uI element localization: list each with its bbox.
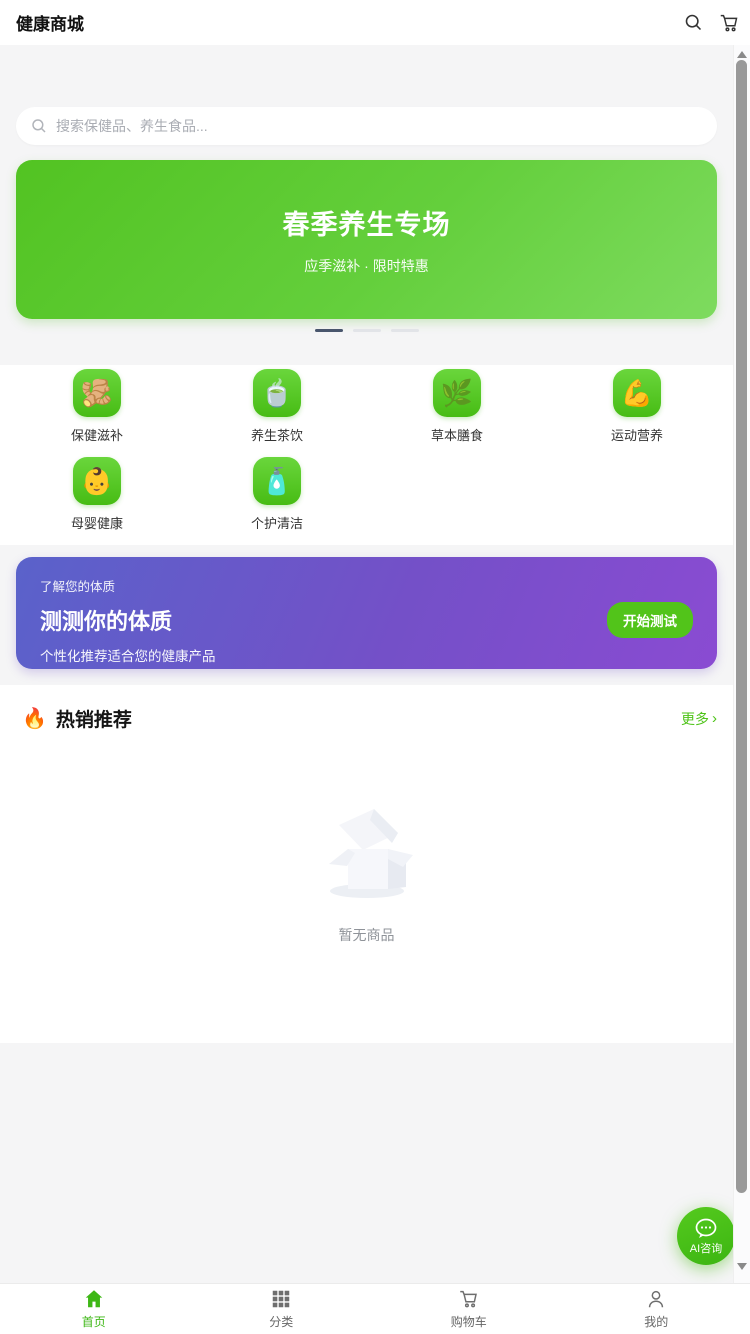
empty-box-illustration <box>312 803 422 903</box>
grid-icon <box>270 1288 292 1310</box>
tab-label: 购物车 <box>451 1313 487 1330</box>
carousel-dot[interactable] <box>391 329 419 332</box>
search-input-icon <box>30 117 48 135</box>
tab-label: 分类 <box>269 1313 293 1330</box>
scroll-up-arrow[interactable] <box>737 51 747 58</box>
hot-sale-title: 热销推荐 <box>56 705 132 732</box>
app-header: 健康商城 <box>0 0 750 45</box>
empty-state: 暂无商品 <box>0 803 733 945</box>
user-icon <box>645 1288 667 1310</box>
category-item-baojianzibu[interactable]: 🫚 保健滋补 <box>7 367 187 455</box>
category-item-caobenshanshi[interactable]: 🌿 草本膳食 <box>367 367 547 455</box>
tab-label: 我的 <box>644 1313 668 1330</box>
ai-fab-label: AI咨询 <box>690 1240 722 1256</box>
header-actions <box>682 0 740 45</box>
tea-icon: 🍵 <box>253 369 301 417</box>
tab-home[interactable]: 首页 <box>0 1284 188 1334</box>
tab-profile[interactable]: 我的 <box>563 1284 750 1334</box>
lotion-icon: 🧴 <box>253 457 301 505</box>
chevron-right-icon: › <box>712 710 717 727</box>
fire-icon: 🔥 <box>22 709 47 729</box>
quiz-banner[interactable]: 了解您的体质 测测你的体质 个性化推荐适合您的健康产品 开始测试 <box>16 557 717 669</box>
carousel-dot[interactable] <box>315 329 343 332</box>
page-title: 健康商城 <box>16 10 84 35</box>
home-icon <box>83 1288 105 1310</box>
tab-cart[interactable]: 购物车 <box>375 1284 563 1334</box>
vertical-scrollbar[interactable] <box>733 45 750 1283</box>
cart-icon[interactable] <box>718 12 740 34</box>
cart-icon <box>457 1288 480 1310</box>
ai-consult-button[interactable]: AI咨询 <box>677 1207 735 1265</box>
category-label: 运动营养 <box>611 425 663 444</box>
quiz-title: 测测你的体质 <box>40 604 693 636</box>
category-label: 养生茶饮 <box>251 425 303 444</box>
carousel-indicators <box>0 329 733 332</box>
herb-icon: 🌿 <box>433 369 481 417</box>
category-item-muyingjiankang[interactable]: 👶 母婴健康 <box>7 455 187 543</box>
category-label: 母婴健康 <box>71 513 123 532</box>
category-grid: 🫚 保健滋补 🍵 养生茶饮 🌿 草本膳食 💪 运动营养 👶 母婴健康 🧴 <box>0 365 733 545</box>
bottom-tabbar: 首页 分类 购物车 我的 <box>0 1283 750 1334</box>
category-item-yangshengchayin[interactable]: 🍵 养生茶饮 <box>187 367 367 455</box>
tab-categories[interactable]: 分类 <box>188 1284 376 1334</box>
quiz-eyebrow: 了解您的体质 <box>40 576 693 595</box>
more-label: 更多 <box>681 709 709 729</box>
category-label: 个护清洁 <box>251 513 303 532</box>
baby-icon: 👶 <box>73 457 121 505</box>
category-item-yundongyingyang[interactable]: 💪 运动营养 <box>547 367 727 455</box>
hero-banner[interactable]: 春季养生专场 应季滋补 · 限时特惠 <box>16 160 717 319</box>
hero-subtitle: 应季滋补 · 限时特惠 <box>304 256 428 276</box>
hot-sale-header: 🔥 热销推荐 更多 › <box>0 685 733 732</box>
quiz-subtitle: 个性化推荐适合您的健康产品 <box>40 645 693 665</box>
scrollbar-thumb[interactable] <box>736 60 747 1193</box>
muscle-icon: 💪 <box>613 369 661 417</box>
tab-label: 首页 <box>82 1313 106 1330</box>
scroll-down-arrow[interactable] <box>737 1263 747 1270</box>
search-icon[interactable] <box>682 12 704 34</box>
carousel-dot[interactable] <box>353 329 381 332</box>
hot-sale-section: 🔥 热销推荐 更多 › 暂无商品 <box>0 685 733 1043</box>
more-link[interactable]: 更多 › <box>681 709 717 729</box>
health-mall-page: 健康商城 春季养生专场 应季滋补 · 限时特惠 🫚 <box>0 0 750 1334</box>
search-bar[interactable] <box>16 107 717 145</box>
scroll-content: 春季养生专场 应季滋补 · 限时特惠 🫚 保健滋补 🍵 养生茶饮 🌿 草本膳食 … <box>0 45 750 1283</box>
category-label: 草本膳食 <box>431 425 483 444</box>
ginger-icon: 🫚 <box>73 369 121 417</box>
chat-bubble-icon <box>693 1217 719 1241</box>
category-item-gehuqingjie[interactable]: 🧴 个护清洁 <box>187 455 367 543</box>
search-input[interactable] <box>56 118 703 134</box>
start-test-button[interactable]: 开始测试 <box>607 602 693 638</box>
empty-text: 暂无商品 <box>339 925 395 945</box>
category-label: 保健滋补 <box>71 425 123 444</box>
hero-title: 春季养生专场 <box>283 203 451 242</box>
